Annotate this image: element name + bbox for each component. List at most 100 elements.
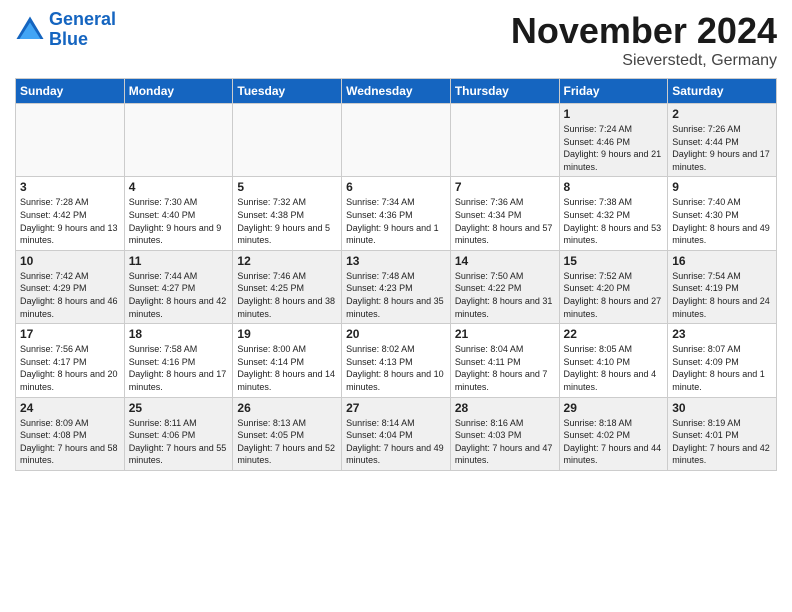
day-info: Sunrise: 7:26 AMSunset: 4:44 PMDaylight:… — [672, 123, 772, 173]
day-info: Sunrise: 7:50 AMSunset: 4:22 PMDaylight:… — [455, 270, 555, 320]
day-info: Sunrise: 7:36 AMSunset: 4:34 PMDaylight:… — [455, 196, 555, 246]
calendar-day-cell: 15Sunrise: 7:52 AMSunset: 4:20 PMDayligh… — [559, 250, 668, 323]
day-number: 10 — [20, 254, 120, 268]
day-number: 12 — [237, 254, 337, 268]
logo-text: General Blue — [49, 10, 116, 50]
calendar-week-row: 24 Sunrise: 8:09 AMSunset: 4:08 PMDayligh… — [16, 397, 777, 470]
day-number: 15 — [564, 254, 664, 268]
calendar-day-cell: 29 Sunrise: 8:18 AMSunset: 4:02 PMDayligh… — [559, 397, 668, 470]
calendar-day-cell: 24 Sunrise: 8:09 AMSunset: 4:08 PMDayligh… — [16, 397, 125, 470]
calendar-week-row: 10 Sunrise: 7:42 AMSunset: 4:29 PMDayligh… — [16, 250, 777, 323]
calendar-day-cell: 13 Sunrise: 7:48 AMSunset: 4:23 PMDayligh… — [342, 250, 451, 323]
day-info: Sunrise: 7:38 AMSunset: 4:32 PMDaylight:… — [564, 196, 664, 246]
day-number: 11 — [129, 254, 229, 268]
day-number: 22 — [564, 327, 664, 341]
day-info: Sunrise: 7:46 AMSunset: 4:25 PMDaylight:… — [237, 270, 337, 320]
day-number: 18 — [129, 327, 229, 341]
calendar-day-cell: 3Sunrise: 7:28 AMSunset: 4:42 PMDaylight… — [16, 177, 125, 250]
calendar-header: SundayMondayTuesdayWednesdayThursdayFrid… — [16, 79, 777, 104]
calendar-table: SundayMondayTuesdayWednesdayThursdayFrid… — [15, 78, 777, 471]
day-number: 24 — [20, 401, 120, 415]
day-number: 8 — [564, 180, 664, 194]
calendar-day-cell: 9Sunrise: 7:40 AMSunset: 4:30 PMDaylight… — [668, 177, 777, 250]
calendar-day-cell: 25 Sunrise: 8:11 AMSunset: 4:06 PMDayligh… — [124, 397, 233, 470]
day-info: Sunrise: 8:05 AMSunset: 4:10 PMDaylight:… — [564, 343, 664, 393]
day-info: Sunrise: 8:16 AMSunset: 4:03 PMDaylight:… — [455, 417, 555, 467]
calendar-day-cell: 16 Sunrise: 7:54 AMSunset: 4:19 PMDayligh… — [668, 250, 777, 323]
weekday-header-friday: Friday — [559, 79, 668, 104]
calendar-day-cell: 23 Sunrise: 8:07 AMSunset: 4:09 PMDayligh… — [668, 324, 777, 397]
day-number: 7 — [455, 180, 555, 194]
day-info: Sunrise: 7:30 AMSunset: 4:40 PMDaylight:… — [129, 196, 229, 246]
calendar-week-row: 17 Sunrise: 7:56 AMSunset: 4:17 PMDayligh… — [16, 324, 777, 397]
day-info: Sunrise: 7:54 AMSunset: 4:19 PMDaylight:… — [672, 270, 772, 320]
calendar-day-cell: 20Sunrise: 8:02 AMSunset: 4:13 PMDayligh… — [342, 324, 451, 397]
calendar-day-cell: 28 Sunrise: 8:16 AMSunset: 4:03 PMDayligh… — [450, 397, 559, 470]
calendar-day-cell: 7 Sunrise: 7:36 AMSunset: 4:34 PMDaylight… — [450, 177, 559, 250]
calendar-day-cell: 6 Sunrise: 7:34 AMSunset: 4:36 PMDaylight… — [342, 177, 451, 250]
weekday-header-saturday: Saturday — [668, 79, 777, 104]
calendar-body: 1Sunrise: 7:24 AMSunset: 4:46 PMDaylight… — [16, 104, 777, 471]
calendar-day-cell: 2 Sunrise: 7:26 AMSunset: 4:44 PMDaylight… — [668, 104, 777, 177]
page-container: General Blue November 2024 Sieverstedt, … — [0, 0, 792, 481]
calendar-day-cell: 21Sunrise: 8:04 AMSunset: 4:11 PMDayligh… — [450, 324, 559, 397]
day-info: Sunrise: 7:34 AMSunset: 4:36 PMDaylight:… — [346, 196, 446, 246]
day-info: Sunrise: 8:11 AMSunset: 4:06 PMDaylight:… — [129, 417, 229, 467]
logo-general: General — [49, 9, 116, 29]
calendar-day-cell — [342, 104, 451, 177]
calendar-day-cell: 14 Sunrise: 7:50 AMSunset: 4:22 PMDayligh… — [450, 250, 559, 323]
day-info: Sunrise: 7:48 AMSunset: 4:23 PMDaylight:… — [346, 270, 446, 320]
logo-icon — [15, 15, 45, 45]
weekday-header-monday: Monday — [124, 79, 233, 104]
day-info: Sunrise: 8:09 AMSunset: 4:08 PMDaylight:… — [20, 417, 120, 467]
calendar-day-cell: 18 Sunrise: 7:58 AMSunset: 4:16 PMDayligh… — [124, 324, 233, 397]
day-number: 13 — [346, 254, 446, 268]
weekday-header-sunday: Sunday — [16, 79, 125, 104]
day-number: 17 — [20, 327, 120, 341]
day-number: 25 — [129, 401, 229, 415]
day-number: 20 — [346, 327, 446, 341]
day-number: 9 — [672, 180, 772, 194]
day-number: 19 — [237, 327, 337, 341]
day-info: Sunrise: 8:00 AMSunset: 4:14 PMDaylight:… — [237, 343, 337, 393]
month-title: November 2024 — [511, 10, 777, 52]
day-number: 6 — [346, 180, 446, 194]
calendar-day-cell: 19 Sunrise: 8:00 AMSunset: 4:14 PMDayligh… — [233, 324, 342, 397]
day-number: 16 — [672, 254, 772, 268]
calendar-day-cell: 17 Sunrise: 7:56 AMSunset: 4:17 PMDayligh… — [16, 324, 125, 397]
day-number: 21 — [455, 327, 555, 341]
calendar-week-row: 1Sunrise: 7:24 AMSunset: 4:46 PMDaylight… — [16, 104, 777, 177]
day-info: Sunrise: 8:19 AMSunset: 4:01 PMDaylight:… — [672, 417, 772, 467]
calendar-day-cell: 30 Sunrise: 8:19 AMSunset: 4:01 PMDayligh… — [668, 397, 777, 470]
day-info: Sunrise: 7:58 AMSunset: 4:16 PMDaylight:… — [129, 343, 229, 393]
calendar-day-cell: 8 Sunrise: 7:38 AMSunset: 4:32 PMDaylight… — [559, 177, 668, 250]
day-number: 23 — [672, 327, 772, 341]
calendar-day-cell: 27Sunrise: 8:14 AMSunset: 4:04 PMDayligh… — [342, 397, 451, 470]
day-info: Sunrise: 7:28 AMSunset: 4:42 PMDaylight:… — [20, 196, 120, 246]
day-info: Sunrise: 7:42 AMSunset: 4:29 PMDaylight:… — [20, 270, 120, 320]
day-number: 29 — [564, 401, 664, 415]
weekday-header-thursday: Thursday — [450, 79, 559, 104]
day-number: 30 — [672, 401, 772, 415]
day-info: Sunrise: 7:56 AMSunset: 4:17 PMDaylight:… — [20, 343, 120, 393]
day-info: Sunrise: 8:07 AMSunset: 4:09 PMDaylight:… — [672, 343, 772, 393]
day-number: 14 — [455, 254, 555, 268]
weekday-header-wednesday: Wednesday — [342, 79, 451, 104]
calendar-day-cell: 1Sunrise: 7:24 AMSunset: 4:46 PMDaylight… — [559, 104, 668, 177]
day-info: Sunrise: 8:14 AMSunset: 4:04 PMDaylight:… — [346, 417, 446, 467]
day-number: 2 — [672, 107, 772, 121]
calendar-day-cell: 22 Sunrise: 8:05 AMSunset: 4:10 PMDayligh… — [559, 324, 668, 397]
calendar-day-cell — [233, 104, 342, 177]
calendar-day-cell: 10 Sunrise: 7:42 AMSunset: 4:29 PMDayligh… — [16, 250, 125, 323]
day-number: 28 — [455, 401, 555, 415]
calendar-day-cell: 4Sunrise: 7:30 AMSunset: 4:40 PMDaylight… — [124, 177, 233, 250]
calendar-day-cell — [450, 104, 559, 177]
location-subtitle: Sieverstedt, Germany — [511, 52, 777, 70]
weekday-header-tuesday: Tuesday — [233, 79, 342, 104]
calendar-day-cell — [124, 104, 233, 177]
day-info: Sunrise: 8:13 AMSunset: 4:05 PMDaylight:… — [237, 417, 337, 467]
weekday-header-row: SundayMondayTuesdayWednesdayThursdayFrid… — [16, 79, 777, 104]
day-info: Sunrise: 8:18 AMSunset: 4:02 PMDaylight:… — [564, 417, 664, 467]
calendar-day-cell: 11Sunrise: 7:44 AMSunset: 4:27 PMDayligh… — [124, 250, 233, 323]
page-header: General Blue November 2024 Sieverstedt, … — [15, 10, 777, 70]
